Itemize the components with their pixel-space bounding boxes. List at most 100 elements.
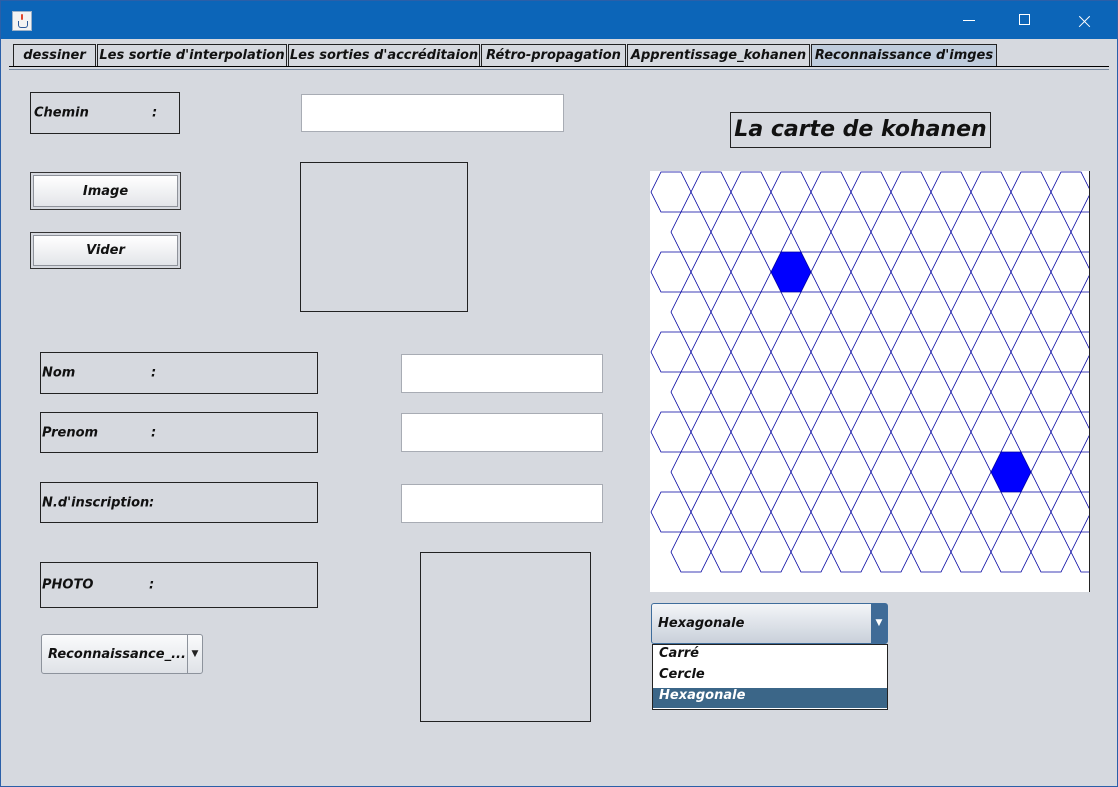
application-window: dessiner Les sortie d'interpolation Les … <box>0 0 1118 787</box>
neuron-cell <box>1050 331 1090 373</box>
minimize-icon <box>963 20 975 21</box>
neuron-cell <box>1050 251 1090 293</box>
neuron-cell <box>750 451 792 493</box>
activated-neuron-cell <box>990 451 1032 493</box>
shape-option-carre[interactable]: Carré <box>653 646 887 666</box>
neuron-cell <box>810 331 852 373</box>
neuron-cell <box>1070 451 1090 493</box>
prenom-field[interactable] <box>401 413 603 452</box>
neuron-cell <box>790 451 832 493</box>
inscription-colon: : <box>149 495 155 510</box>
tab-apprentissage-kohanen[interactable]: Apprentissage_kohanen <box>627 44 810 66</box>
neuron-cell <box>670 371 712 413</box>
neuron-cell <box>830 211 872 253</box>
tab-retro-propagation[interactable]: Rétro-propagation <box>481 44 626 66</box>
neuron-cell <box>730 251 772 293</box>
minimize-button[interactable] <box>947 1 993 39</box>
neuron-cell <box>830 291 872 333</box>
neuron-cell <box>890 171 932 213</box>
neuron-cell <box>910 291 952 333</box>
close-button[interactable] <box>1061 1 1107 39</box>
tab-sortie-interpolation[interactable]: Les sortie d'interpolation <box>97 44 287 66</box>
tab-dessiner[interactable]: dessiner <box>13 44 96 66</box>
neuron-cell <box>1010 491 1052 533</box>
neuron-cell <box>650 331 692 373</box>
java-app-icon <box>12 11 32 31</box>
neuron-cell <box>870 531 912 573</box>
image-button-label: Image <box>33 175 178 207</box>
neuron-cell <box>850 171 892 213</box>
prenom-label-box: Prenom : <box>40 412 318 453</box>
tab-reconnaissance-images[interactable]: Reconnaissance d'imges <box>811 44 997 66</box>
neuron-cell <box>790 211 832 253</box>
neuron-cell <box>710 371 752 413</box>
neuron-cell <box>750 211 792 253</box>
prenom-label: Prenom <box>42 425 99 440</box>
title-bar[interactable] <box>1 1 1117 39</box>
neuron-cell <box>690 251 732 293</box>
chemin-label-box: Chemin : <box>30 92 180 134</box>
neuron-cell <box>950 371 992 413</box>
neuron-cell <box>1010 331 1052 373</box>
neuron-cell <box>970 171 1012 213</box>
vider-button-label: Vider <box>33 235 178 266</box>
neuron-cell <box>1030 211 1072 253</box>
tab-sorties-accreditation[interactable]: Les sorties d'accréditaion <box>288 44 480 66</box>
neuron-cell <box>810 491 852 533</box>
nom-colon: : <box>151 365 157 381</box>
neuron-cell <box>950 211 992 253</box>
shape-option-cercle[interactable]: Cercle <box>653 667 887 687</box>
neuron-cell <box>890 251 932 293</box>
neuron-cell <box>750 531 792 573</box>
shape-option-hexagonale[interactable]: Hexagonale <box>653 688 887 708</box>
photo-preview <box>420 552 591 722</box>
neuron-cell <box>990 291 1032 333</box>
chevron-down-icon[interactable]: ▼ <box>871 604 887 643</box>
shape-select-value: Hexagonale <box>658 616 745 631</box>
neuron-cell <box>750 291 792 333</box>
neuron-cell <box>830 531 872 573</box>
neuron-cell <box>730 331 772 373</box>
nom-field[interactable] <box>401 354 603 393</box>
mode-select[interactable]: Reconnaissance_... ▼ <box>41 634 203 674</box>
neuron-cell <box>970 251 1012 293</box>
neuron-cell <box>690 411 732 453</box>
neuron-cell <box>670 451 712 493</box>
neuron-cell <box>850 331 892 373</box>
image-button[interactable]: Image <box>30 172 181 210</box>
neuron-cell <box>650 411 692 453</box>
neuron-cell <box>890 331 932 373</box>
tab-divider <box>9 66 1109 67</box>
neuron-cell <box>810 171 852 213</box>
neuron-cell <box>1050 171 1090 213</box>
neuron-cell <box>1050 491 1090 533</box>
neuron-cell <box>930 331 972 373</box>
neuron-cell <box>1070 291 1090 333</box>
neuron-cell <box>850 411 892 453</box>
chemin-field[interactable] <box>301 94 564 132</box>
maximize-button[interactable] <box>1001 1 1047 39</box>
chemin-label: Chemin <box>34 105 89 121</box>
vider-button[interactable]: Vider <box>30 232 181 269</box>
chevron-down-icon[interactable]: ▼ <box>187 635 202 673</box>
neuron-cell <box>1030 291 1072 333</box>
neuron-cell <box>910 451 952 493</box>
neuron-cell <box>870 451 912 493</box>
neuron-cell <box>770 171 812 213</box>
neuron-cell <box>990 211 1032 253</box>
neuron-cell <box>970 331 1012 373</box>
activated-neuron-cell <box>770 251 812 293</box>
neuron-cell <box>750 371 792 413</box>
neuron-cell <box>830 371 872 413</box>
neuron-cell <box>770 491 812 533</box>
inscription-field[interactable] <box>401 484 603 523</box>
neuron-cell <box>990 531 1032 573</box>
shape-select[interactable]: Hexagonale ▼ <box>651 603 888 644</box>
image-preview <box>300 162 468 312</box>
nom-label: Nom <box>42 365 76 381</box>
photo-label: PHOTO <box>42 577 94 593</box>
inscription-label: N.d'inscription <box>42 495 150 510</box>
neuron-cell <box>870 371 912 413</box>
neuron-cell <box>890 411 932 453</box>
neuron-cell <box>1030 451 1072 493</box>
